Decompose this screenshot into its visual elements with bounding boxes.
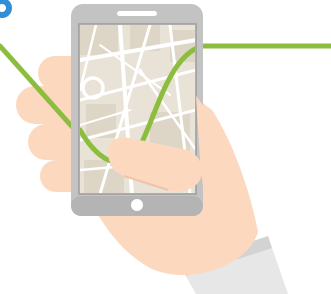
illustration-scene	[0, 0, 331, 294]
phone-map-illustration	[0, 0, 331, 294]
speaker-slot-icon	[117, 11, 157, 16]
home-button-icon[interactable]	[131, 199, 143, 211]
